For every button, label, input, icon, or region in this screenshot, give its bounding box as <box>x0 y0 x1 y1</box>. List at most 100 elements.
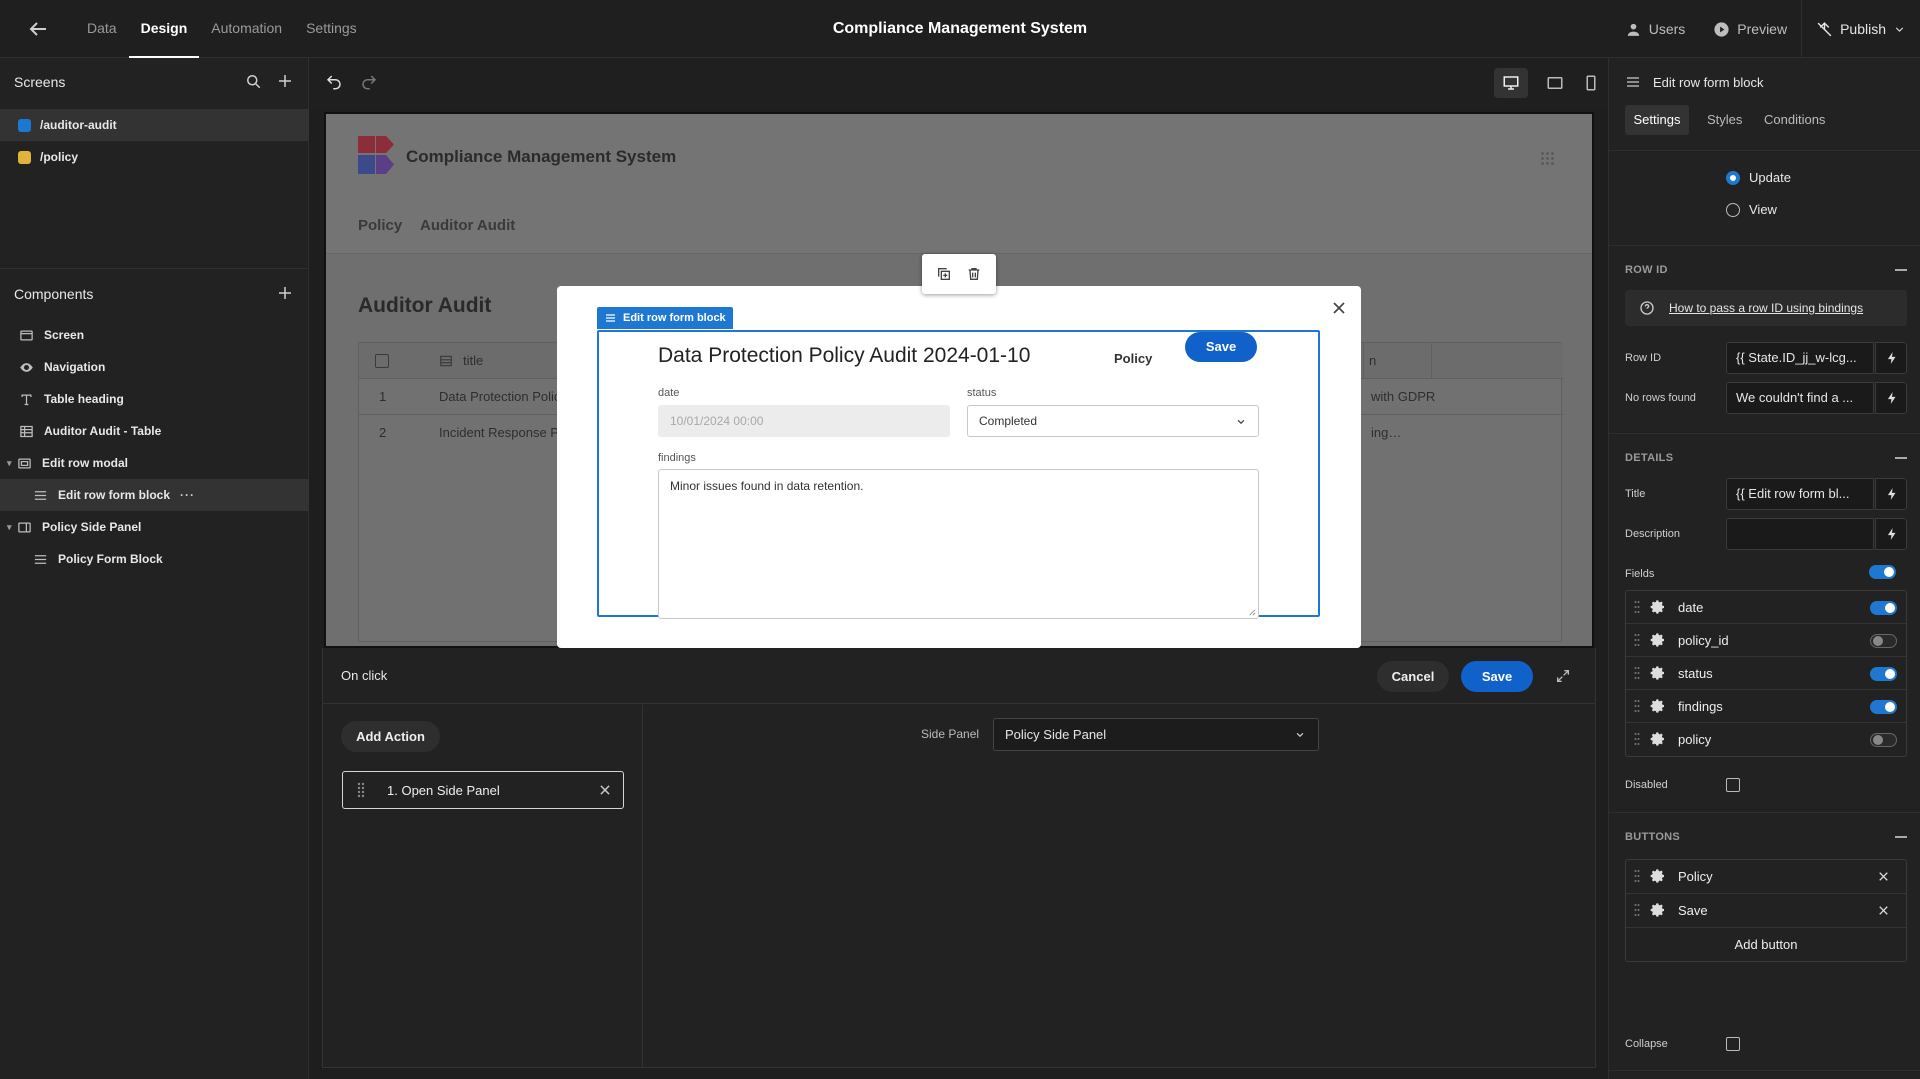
row-id-help-link[interactable]: How to pass a row ID using bindings <box>1669 301 1863 315</box>
preview-nav-auditor-audit[interactable]: Auditor Audit <box>420 217 515 234</box>
no-rows-input[interactable]: We couldn't find a ... <box>1726 382 1874 414</box>
tablet-icon[interactable] <box>1546 74 1564 92</box>
screen-item-policy[interactable]: /policy <box>0 141 309 173</box>
resize-handle-icon[interactable] <box>1248 608 1256 616</box>
status-select[interactable]: Completed <box>967 405 1259 437</box>
collapse-section-icon[interactable] <box>1895 269 1907 271</box>
gear-icon[interactable] <box>1650 632 1666 648</box>
drag-handle-icon[interactable] <box>357 782 365 798</box>
users-button[interactable]: Users <box>1611 0 1700 58</box>
button-row-policy[interactable]: Policy <box>1626 860 1906 894</box>
no-rows-binding-button[interactable] <box>1875 382 1907 414</box>
edit-row-form-block[interactable]: Data Protection Policy Audit 2024-01-10 … <box>597 330 1320 619</box>
component-item-navigation[interactable]: Navigation <box>0 351 309 383</box>
screen-item-auditor-audit[interactable]: /auditor-audit <box>0 109 309 141</box>
save-actions-button[interactable]: Save <box>1461 661 1533 692</box>
button-row-save[interactable]: Save <box>1626 894 1906 928</box>
preview-nav-policy[interactable]: Policy <box>358 217 402 234</box>
trash-icon[interactable] <box>966 266 982 282</box>
gear-icon[interactable] <box>1650 868 1666 884</box>
gear-icon[interactable] <box>1650 902 1666 918</box>
component-item-edit-row-modal[interactable]: ▾ Edit row modal <box>0 447 309 479</box>
drag-handle-icon[interactable] <box>1634 666 1640 680</box>
remove-button-icon[interactable] <box>1877 904 1890 917</box>
grid-menu-icon[interactable] <box>1539 150 1556 167</box>
component-item-table-heading[interactable]: Table heading <box>0 383 309 415</box>
gear-icon[interactable] <box>1650 599 1666 615</box>
nav-tab-automation[interactable]: Automation <box>199 0 294 58</box>
row-id-input[interactable]: {{ State.ID_jj_w-lcg... <box>1726 342 1874 374</box>
more-options-icon[interactable]: ··· <box>180 488 195 502</box>
field-row-status[interactable]: status <box>1626 657 1906 690</box>
desktop-view-button[interactable] <box>1494 68 1528 98</box>
title-binding-button[interactable] <box>1875 478 1907 510</box>
description-input[interactable] <box>1726 518 1874 550</box>
drag-handle-icon[interactable] <box>1634 699 1640 713</box>
action-item[interactable]: 1. Open Side Panel <box>342 771 624 809</box>
field-toggle-findings[interactable] <box>1870 700 1897 714</box>
caret-down-icon[interactable]: ▾ <box>7 458 17 469</box>
disabled-checkbox[interactable] <box>1726 778 1740 792</box>
close-icon[interactable] <box>1329 298 1349 318</box>
nav-tab-data[interactable]: Data <box>75 0 129 58</box>
form-block-tag[interactable]: Edit row form block <box>597 307 733 329</box>
component-item-policy-form-block[interactable]: Policy Form Block <box>0 543 309 575</box>
side-panel-select[interactable]: Policy Side Panel <box>993 718 1319 751</box>
collapse-checkbox[interactable] <box>1726 1037 1740 1051</box>
gear-icon[interactable] <box>1650 731 1666 747</box>
expand-icon[interactable] <box>1555 668 1571 684</box>
search-icon[interactable] <box>244 72 262 90</box>
collapse-section-icon[interactable] <box>1895 457 1907 459</box>
field-row-policy[interactable]: policy <box>1626 723 1906 756</box>
tab-styles[interactable]: Styles <box>1707 112 1742 127</box>
field-toggle-date[interactable] <box>1870 601 1897 615</box>
undo-icon[interactable] <box>325 73 343 91</box>
description-binding-button[interactable] <box>1875 518 1907 550</box>
component-item-screen[interactable]: Screen <box>0 319 309 351</box>
form-save-button[interactable]: Save <box>1185 332 1257 362</box>
policy-button[interactable]: Policy <box>1114 344 1152 374</box>
findings-textarea[interactable]: Minor issues found in data retention. <box>658 469 1259 619</box>
add-action-button[interactable]: Add Action <box>341 721 440 752</box>
select-all-checkbox[interactable] <box>375 354 389 368</box>
row-id-binding-button[interactable] <box>1875 342 1907 374</box>
remove-button-icon[interactable] <box>1877 870 1890 883</box>
preview-button[interactable]: Preview <box>1699 0 1801 58</box>
nav-tab-settings[interactable]: Settings <box>294 0 369 58</box>
add-button-button[interactable]: Add button <box>1626 928 1906 961</box>
tab-settings[interactable]: Settings <box>1625 105 1689 135</box>
caret-down-icon[interactable]: ▾ <box>7 522 17 533</box>
publish-button[interactable]: Publish <box>1802 0 1920 58</box>
radio-view[interactable] <box>1726 203 1740 217</box>
drag-handle-icon[interactable] <box>1634 869 1640 883</box>
redo-icon[interactable] <box>360 73 378 91</box>
field-row-policy-id[interactable]: policy_id <box>1626 624 1906 657</box>
date-field[interactable]: 10/01/2024 00:00 <box>658 405 950 437</box>
drag-handle-icon[interactable] <box>1634 903 1640 917</box>
field-toggle-status[interactable] <box>1870 667 1897 681</box>
add-component-icon[interactable] <box>276 284 294 302</box>
drag-handle-icon[interactable] <box>1634 633 1640 647</box>
remove-action-icon[interactable] <box>598 783 612 797</box>
drag-handle-icon[interactable] <box>1634 732 1640 746</box>
add-screen-icon[interactable] <box>276 72 294 90</box>
nav-tab-design[interactable]: Design <box>128 0 200 58</box>
tab-conditions[interactable]: Conditions <box>1764 112 1825 127</box>
component-item-auditor-audit-table[interactable]: Auditor Audit - Table <box>0 415 309 447</box>
title-input[interactable]: {{ Edit row form bl... <box>1726 478 1874 510</box>
field-row-date[interactable]: date <box>1626 591 1906 624</box>
field-row-findings[interactable]: findings <box>1626 690 1906 723</box>
drag-handle-icon[interactable] <box>1634 600 1640 614</box>
cancel-button[interactable]: Cancel <box>1377 661 1449 692</box>
collapse-section-icon[interactable] <box>1895 836 1907 838</box>
back-arrow-icon[interactable] <box>26 17 50 41</box>
fields-master-toggle[interactable] <box>1869 565 1896 579</box>
mobile-icon[interactable] <box>1582 74 1600 92</box>
component-item-edit-row-form-block[interactable]: Edit row form block ··· <box>0 479 309 511</box>
gear-icon[interactable] <box>1650 665 1666 681</box>
gear-icon[interactable] <box>1650 698 1666 714</box>
component-item-policy-side-panel[interactable]: ▾ Policy Side Panel <box>0 511 309 543</box>
field-toggle-policy[interactable] <box>1870 733 1897 747</box>
radio-update[interactable] <box>1726 171 1740 185</box>
field-toggle-policy-id[interactable] <box>1870 634 1897 648</box>
